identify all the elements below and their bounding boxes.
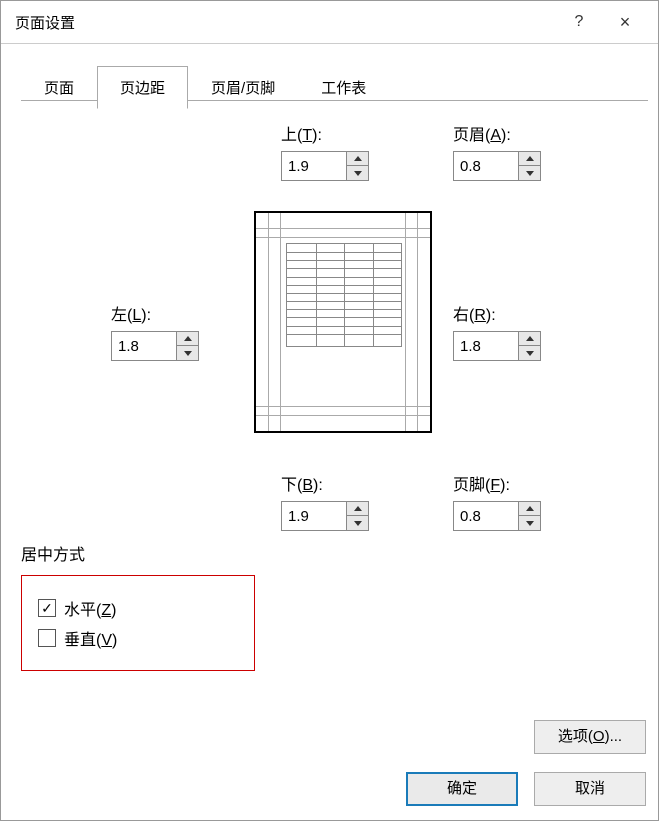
margin-header-input[interactable] <box>454 152 518 180</box>
margin-top-group: 上(T): <box>281 121 369 181</box>
chevron-up-icon <box>526 336 534 341</box>
chevron-down-icon <box>526 521 534 526</box>
chevron-up-icon <box>184 336 192 341</box>
margin-header-up[interactable] <box>519 152 540 166</box>
margin-right-label: 右(R): <box>453 301 541 325</box>
margin-header-spinner <box>453 151 541 181</box>
margin-footer-label: 页脚(F): <box>453 471 541 495</box>
center-horizontal-checkbox[interactable]: ✓ <box>38 599 56 617</box>
margin-footer-input[interactable] <box>454 502 518 530</box>
margin-bottom-label: 下(B): <box>281 471 369 495</box>
margin-left-input[interactable] <box>112 332 176 360</box>
margin-right-up[interactable] <box>519 332 540 346</box>
margin-top-up[interactable] <box>347 152 368 166</box>
chevron-down-icon <box>354 521 362 526</box>
center-horizontal-label: 水平(Z) <box>64 596 116 620</box>
margin-bottom-input[interactable] <box>282 502 346 530</box>
help-button[interactable]: ? <box>556 13 602 31</box>
margin-header-label: 页眉(A): <box>453 121 541 145</box>
margin-right-down[interactable] <box>519 346 540 360</box>
tab-margins[interactable]: 页边距 <box>97 66 188 109</box>
margin-header-group: 页眉(A): <box>453 121 541 181</box>
dialog-footer: 确定 取消 <box>406 772 646 806</box>
margin-left-down[interactable] <box>177 346 198 360</box>
page-setup-dialog: 页面设置 ? × 页面 页边距 页眉/页脚 工作表 上(T): 页眉(A): <box>0 0 659 821</box>
margin-bottom-up[interactable] <box>347 502 368 516</box>
margin-footer-down[interactable] <box>519 516 540 530</box>
center-mode-box: ✓ 水平(Z) 垂直(V) <box>21 575 255 671</box>
margin-header-down[interactable] <box>519 166 540 180</box>
chevron-up-icon <box>354 506 362 511</box>
ok-button[interactable]: 确定 <box>406 772 518 806</box>
center-vertical-checkbox[interactable] <box>38 629 56 647</box>
cancel-button[interactable]: 取消 <box>534 772 646 806</box>
chevron-down-icon <box>526 351 534 356</box>
tab-content: 上(T): 页眉(A): 左(L): <box>21 101 648 720</box>
margin-top-spinner <box>281 151 369 181</box>
margin-footer-spinner <box>453 501 541 531</box>
chevron-down-icon <box>184 351 192 356</box>
margin-bottom-spinner <box>281 501 369 531</box>
checkmark-icon: ✓ <box>41 601 53 615</box>
margin-right-spinner <box>453 331 541 361</box>
center-vertical-label: 垂直(V) <box>64 626 117 650</box>
close-button[interactable]: × <box>602 12 648 33</box>
margin-footer-group: 页脚(F): <box>453 471 541 531</box>
center-horizontal-row: ✓ 水平(Z) <box>38 596 214 620</box>
titlebar: 页面设置 ? × <box>1 1 658 44</box>
margin-right-input[interactable] <box>454 332 518 360</box>
options-button[interactable]: 选项(O)... <box>534 720 646 754</box>
chevron-up-icon <box>354 156 362 161</box>
margin-bottom-group: 下(B): <box>281 471 369 531</box>
margin-top-down[interactable] <box>347 166 368 180</box>
center-mode-title: 居中方式 <box>21 541 255 565</box>
preview-grid <box>286 243 402 347</box>
margin-bottom-down[interactable] <box>347 516 368 530</box>
margin-right-group: 右(R): <box>453 301 541 361</box>
margin-top-label: 上(T): <box>281 121 369 145</box>
margin-top-input[interactable] <box>282 152 346 180</box>
center-mode-section: 居中方式 ✓ 水平(Z) 垂直(V) <box>21 541 255 671</box>
center-vertical-row: 垂直(V) <box>38 626 214 650</box>
margin-left-spinner <box>111 331 199 361</box>
margin-footer-up[interactable] <box>519 502 540 516</box>
chevron-down-icon <box>526 171 534 176</box>
margin-left-up[interactable] <box>177 332 198 346</box>
page-preview <box>254 211 432 433</box>
chevron-down-icon <box>354 171 362 176</box>
chevron-up-icon <box>526 506 534 511</box>
margin-left-label: 左(L): <box>111 301 199 325</box>
dialog-title: 页面设置 <box>15 12 556 33</box>
margin-left-group: 左(L): <box>111 301 199 361</box>
chevron-up-icon <box>526 156 534 161</box>
